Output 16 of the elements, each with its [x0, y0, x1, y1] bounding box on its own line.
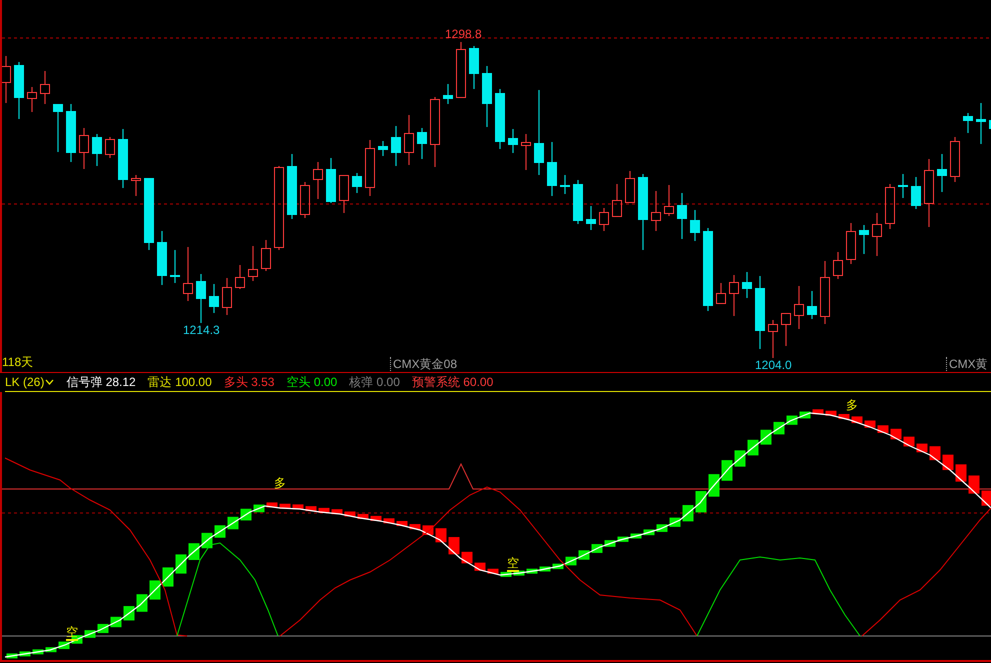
indicator-value: 预警系统 60.00: [412, 374, 494, 391]
symbol-label: CMX黄: [946, 357, 988, 371]
chevron-down-icon[interactable]: [45, 379, 54, 385]
indicator-value: 多头 3.53: [224, 374, 274, 391]
indicator-value: 核弹 0.00: [349, 374, 400, 391]
price-label: 1214.3: [183, 323, 220, 337]
signal-marker: 多: [846, 399, 858, 412]
indicator-value: 空头 0.00: [286, 374, 338, 391]
indicator-value: 雷达 100.00: [148, 374, 212, 391]
indicator-name: LK (26): [5, 374, 44, 391]
signal-marker: 多: [274, 477, 286, 490]
symbol-label: CMX黄金08: [390, 357, 458, 371]
period-label: 118天: [2, 355, 34, 369]
price-label: 1298.8: [445, 27, 482, 41]
indicator-value: 信号弹 28.12: [66, 374, 136, 391]
price-label: 1204.0: [755, 358, 792, 372]
